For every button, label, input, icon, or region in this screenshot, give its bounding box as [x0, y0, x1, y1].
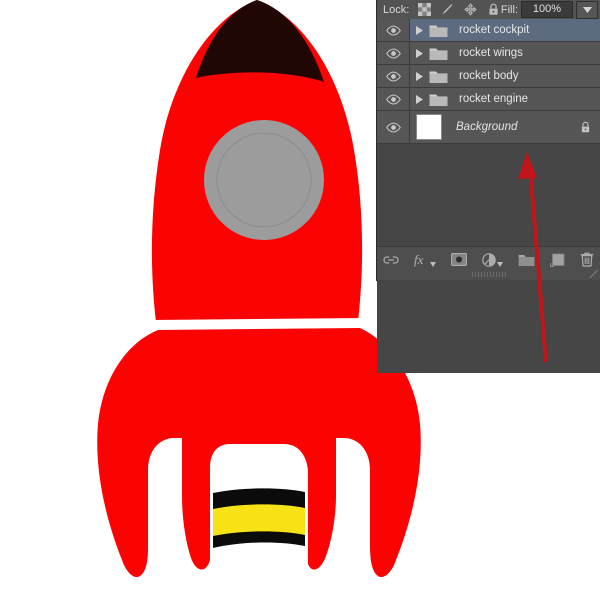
group-expand-triangle-icon[interactable] — [410, 95, 428, 104]
layer-group-folder-icon — [428, 92, 448, 107]
rocket-engine-bottom-band — [213, 531, 305, 548]
rocket-nose-cone — [196, 0, 324, 82]
link-layers-button[interactable] — [383, 254, 399, 266]
fill-label: Fill: — [501, 4, 518, 16]
panel-corner-grip[interactable] — [589, 269, 598, 278]
layer-group-folder-icon — [428, 69, 448, 84]
lock-transparent-pixels-icon[interactable] — [418, 3, 431, 16]
panel-resize-grip[interactable] — [472, 272, 506, 277]
layer-visibility-toggle[interactable] — [377, 88, 410, 110]
group-expand-triangle-icon[interactable] — [410, 72, 428, 81]
layer-style-button[interactable]: fx — [414, 252, 436, 267]
layers-panel[interactable]: Lock: — [376, 0, 600, 281]
layer-row-rocket-body[interactable]: rocket body — [377, 65, 600, 88]
layer-visibility-toggle[interactable] — [377, 19, 410, 41]
fill-dropdown-chevron-icon[interactable] — [576, 1, 598, 19]
svg-text:fx: fx — [414, 252, 424, 267]
layer-visibility-toggle[interactable] — [377, 42, 410, 64]
layer-row-rocket-wings[interactable]: rocket wings — [377, 42, 600, 65]
layers-panel-toolbar[interactable]: fx — [377, 246, 600, 280]
layer-group-folder-icon — [428, 23, 448, 38]
lock-position-icon[interactable] — [464, 3, 477, 16]
layer-row-rocket-cockpit[interactable]: rocket cockpit — [377, 19, 600, 42]
lock-all-icon[interactable] — [487, 3, 500, 16]
layer-group-folder-icon — [428, 46, 448, 61]
layer-visibility-toggle[interactable] — [377, 111, 410, 143]
layer-locked-icon — [580, 121, 591, 134]
layer-thumbnail[interactable] — [416, 114, 442, 140]
porthole-window — [204, 120, 324, 240]
group-expand-triangle-icon[interactable] — [410, 49, 428, 58]
layer-name-label: rocket cockpit — [459, 24, 529, 36]
new-adjustment-layer-button[interactable] — [482, 253, 503, 267]
delete-layer-button[interactable] — [580, 252, 594, 267]
lock-label: Lock: — [383, 4, 409, 16]
new-layer-button[interactable] — [550, 253, 565, 267]
layer-row-rocket-engine[interactable]: rocket engine — [377, 88, 600, 111]
layer-name-label: rocket body — [459, 70, 518, 82]
layer-list[interactable]: rocket cockpit rocket wings — [377, 19, 600, 248]
layer-name-label: Background — [456, 121, 517, 133]
group-expand-triangle-icon[interactable] — [410, 26, 428, 35]
lock-and-fill-bar[interactable]: Lock: — [377, 0, 600, 20]
fill-value-input[interactable]: 100% — [521, 1, 573, 18]
add-layer-mask-button[interactable] — [451, 253, 467, 266]
new-group-button[interactable] — [518, 253, 535, 267]
layer-name-label: rocket wings — [459, 47, 523, 59]
fill-control[interactable]: Fill: 100% — [501, 0, 598, 19]
lock-image-pixels-icon[interactable] — [441, 3, 454, 16]
layer-visibility-toggle[interactable] — [377, 65, 410, 87]
layer-name-label: rocket engine — [459, 93, 528, 105]
layer-row-background[interactable]: Background — [377, 111, 600, 144]
